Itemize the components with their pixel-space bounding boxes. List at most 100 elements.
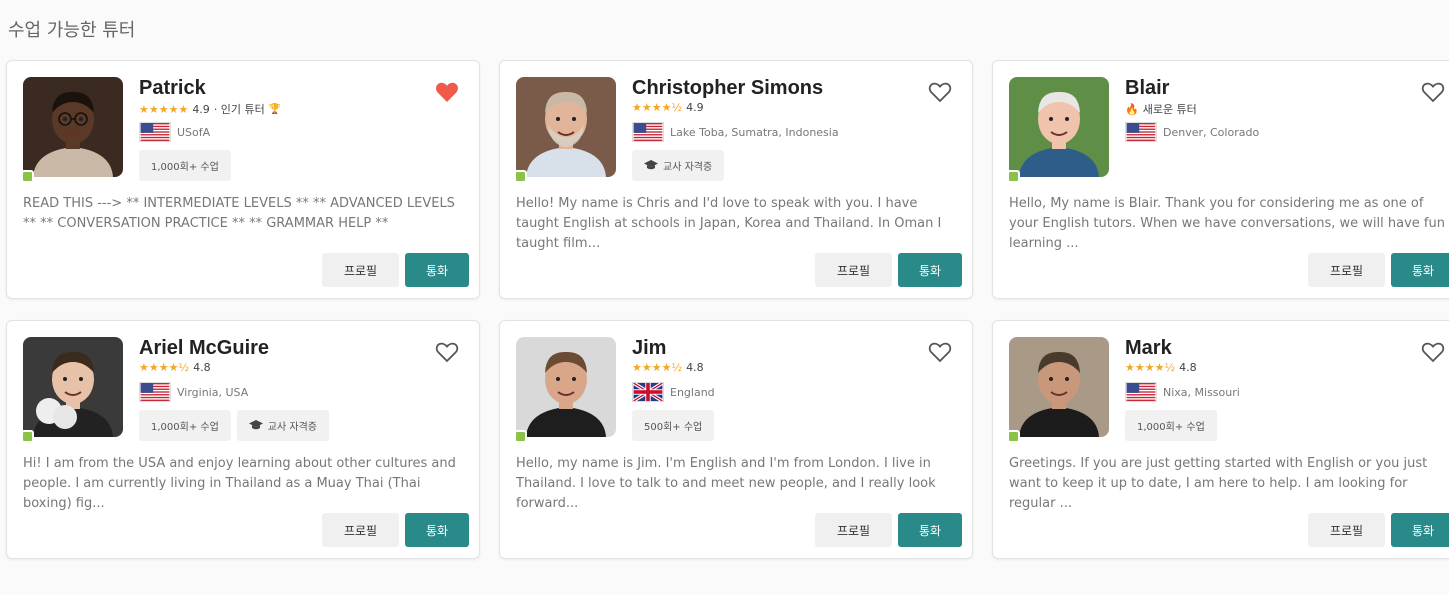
location-text: Lake Toba, Sumatra, Indonesia — [670, 125, 839, 139]
tutor-badge: 1,000회+ 수업 — [1125, 410, 1217, 441]
rating-value: 4.8 — [686, 361, 704, 374]
rating-line: ★★★★½ 4.8 — [139, 361, 211, 374]
rating-value: 4.8 — [193, 361, 211, 374]
rating-value: 4.9 — [192, 102, 210, 116]
tutor-tag: 새로운 튜터 — [1142, 103, 1197, 116]
tutor-description: Hello, My name is Blair. Thank you for c… — [1009, 196, 1445, 251]
location: Virginia, USA — [139, 382, 248, 402]
tutor-description: READ THIS ---> ** INTERMEDIATE LEVELS **… — [23, 196, 455, 231]
tutor-badge: 1,000회+ 수업 — [139, 150, 231, 181]
graduation-cap-icon — [644, 160, 658, 170]
tutor-badge: 교사 자격증 — [632, 150, 725, 181]
profile-button[interactable]: 프로필 — [815, 513, 892, 547]
tutor-badge: 1,000회+ 수업 — [139, 410, 231, 441]
rating-line: 🔥 새로운 튜터 — [1125, 101, 1197, 117]
us-flag-icon — [1125, 382, 1157, 402]
star-rating-icon: ★★★★½ — [139, 361, 190, 374]
tutor-card[interactable]: Christopher Simons ★★★★½ 4.9 Lake Toba, … — [499, 60, 973, 299]
tutor-card[interactable]: Blair 🔥 새로운 튜터 Denver, Colorado Hello, M… — [992, 60, 1449, 299]
us-flag-icon — [632, 122, 664, 142]
trophy-icon: 🏆 — [268, 103, 282, 115]
location-text: USofA — [177, 125, 211, 139]
online-status-indicator — [514, 170, 527, 183]
location: Nixa, Missouri — [1125, 382, 1240, 402]
call-button[interactable]: 통화 — [405, 253, 469, 287]
us-flag-icon — [139, 122, 171, 142]
tutor-name[interactable]: Jim — [632, 337, 666, 360]
location: USofA — [139, 122, 210, 142]
rating-line: ★★★★½ 4.8 — [1125, 361, 1197, 374]
us-flag-icon — [139, 382, 171, 402]
profile-button[interactable]: 프로필 — [1308, 513, 1385, 547]
us-flag-icon — [1125, 122, 1157, 142]
location-text: England — [670, 385, 715, 399]
rating-value: 4.8 — [1179, 361, 1197, 374]
graduation-cap-icon — [248, 420, 263, 430]
tutor-card[interactable]: Patrick ★★★★★ 4.9 · 인기 튜터 🏆 USofA 1,000회… — [6, 60, 480, 299]
tutor-badge: 500회+ 수업 — [632, 410, 715, 441]
tutor-tag: · 인기 튜터 — [213, 103, 265, 116]
tutor-photo[interactable] — [1009, 77, 1109, 177]
location-text: Virginia, USA — [177, 385, 249, 399]
star-rating-icon: ★★★★½ — [632, 101, 683, 114]
tutor-description: Hi! I am from the USA and enjoy learning… — [23, 456, 456, 511]
location: Lake Toba, Sumatra, Indonesia — [632, 122, 839, 142]
tutor-name[interactable]: Mark — [1125, 337, 1172, 360]
tutor-photo[interactable] — [516, 77, 616, 177]
badge-list: 1,000회+ 수업 — [1125, 410, 1217, 441]
tutor-description: Greetings. If you are just getting start… — [1009, 456, 1428, 511]
tutor-photo[interactable] — [23, 77, 123, 177]
profile-button[interactable]: 프로필 — [322, 513, 399, 547]
tutor-card[interactable]: Jim ★★★★½ 4.8 England 500회+ 수업 Hello, my… — [499, 320, 973, 559]
online-status-indicator — [1007, 170, 1020, 183]
tutor-name[interactable]: Christopher Simons — [632, 77, 823, 100]
location: England — [632, 382, 715, 402]
favorite-heart-icon[interactable] — [435, 341, 459, 363]
tutor-name[interactable]: Patrick — [139, 77, 206, 100]
profile-button[interactable]: 프로필 — [1308, 253, 1385, 287]
location-text: Denver, Colorado — [1163, 125, 1260, 139]
location-text: Nixa, Missouri — [1163, 385, 1240, 399]
tutor-photo[interactable] — [516, 337, 616, 437]
call-button[interactable]: 통화 — [1391, 253, 1449, 287]
call-button[interactable]: 통화 — [898, 253, 962, 287]
tutor-description: Hello! My name is Chris and I'd love to … — [516, 196, 942, 251]
profile-button[interactable]: 프로필 — [322, 253, 399, 287]
profile-button[interactable]: 프로필 — [815, 253, 892, 287]
tutor-photo[interactable] — [23, 337, 123, 437]
tutor-photo[interactable] — [1009, 337, 1109, 437]
rating-line: ★★★★½ 4.8 — [632, 361, 704, 374]
favorite-heart-icon[interactable] — [928, 341, 952, 363]
tutor-name[interactable]: Ariel McGuire — [139, 337, 269, 360]
rating-line: ★★★★★ 4.9 · 인기 튜터 🏆 — [139, 101, 281, 117]
star-rating-icon: ★★★★★ — [139, 102, 189, 116]
badge-list: 500회+ 수업 — [632, 410, 715, 441]
fire-icon: 🔥 — [1125, 102, 1139, 116]
online-status-indicator — [21, 430, 34, 443]
tutor-badge: 교사 자격증 — [236, 410, 329, 441]
favorite-heart-icon[interactable] — [435, 81, 459, 103]
call-button[interactable]: 통화 — [405, 513, 469, 547]
section-title: 수업 가능한 튜터 — [8, 20, 136, 41]
star-rating-icon: ★★★★½ — [1125, 361, 1176, 374]
rating-line: ★★★★½ 4.9 — [632, 101, 704, 114]
online-status-indicator — [21, 170, 34, 183]
tutor-description: Hello, my name is Jim. I'm English and I… — [516, 456, 936, 511]
tutor-name[interactable]: Blair — [1125, 77, 1169, 100]
tutor-card[interactable]: Ariel McGuire ★★★★½ 4.8 Virginia, USA 1,… — [6, 320, 480, 559]
rating-value: 4.9 — [686, 101, 704, 114]
uk-flag-icon — [632, 382, 664, 402]
call-button[interactable]: 통화 — [1391, 513, 1449, 547]
badge-list: 1,000회+ 수업 — [139, 150, 231, 181]
favorite-heart-icon[interactable] — [1421, 341, 1445, 363]
online-status-indicator — [1007, 430, 1020, 443]
badge-list: 교사 자격증 — [632, 150, 725, 181]
call-button[interactable]: 통화 — [898, 513, 962, 547]
favorite-heart-icon[interactable] — [928, 81, 952, 103]
star-rating-icon: ★★★★½ — [632, 361, 683, 374]
location: Denver, Colorado — [1125, 122, 1259, 142]
favorite-heart-icon[interactable] — [1421, 81, 1445, 103]
tutor-card[interactable]: Mark ★★★★½ 4.8 Nixa, Missouri 1,000회+ 수업… — [992, 320, 1449, 559]
online-status-indicator — [514, 430, 527, 443]
badge-list: 1,000회+ 수업 교사 자격증 — [139, 410, 329, 441]
